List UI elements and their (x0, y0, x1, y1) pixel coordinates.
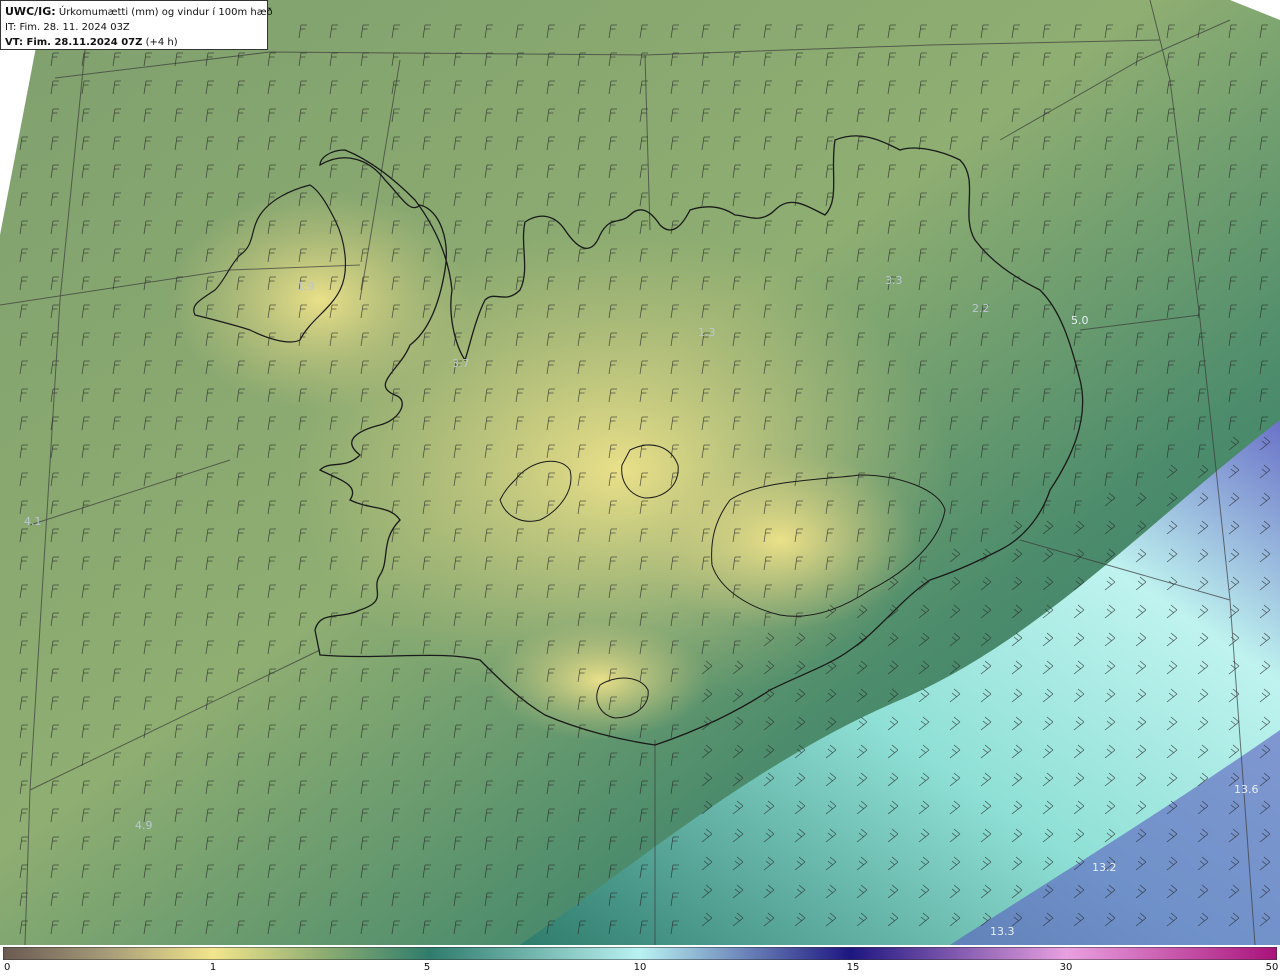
map-canvas[interactable]: 1.9 3.7 1.3 3.3 2.2 5.0 4.1 4.9 13.6 13.… (0, 0, 1280, 945)
value-label-east: 2.2 (972, 302, 990, 315)
colorbar-tick-50: 50 (1265, 962, 1279, 973)
value-label-southeast-sea-1: 13.6 (1234, 783, 1259, 796)
value-label-northeast: 3.3 (885, 274, 903, 287)
value-label-southeast-sea-2: 13.2 (1092, 861, 1117, 874)
colorbar-tick-1: 1 (209, 962, 217, 973)
lead-time: (+4 h) (145, 37, 178, 48)
valid-time: VT: Fim. 28.11.2024 07Z (5, 37, 143, 48)
value-label-northwest: 3.7 (452, 357, 470, 370)
value-label-southwest-sea: 4.9 (135, 819, 153, 832)
value-label-westfjords: 1.9 (297, 280, 315, 293)
value-label-south-sea: 13.3 (990, 925, 1015, 938)
colorbar-tick-0: 0 (4, 962, 11, 973)
value-label-west-sea: 4.1 (24, 515, 42, 528)
yellow-glow-east (640, 450, 920, 630)
map-title-box: UWC/IG: Úrkomumætti (mm) og vindur í 100… (0, 0, 273, 50)
colorbar-tick-15: 15 (846, 962, 860, 973)
value-label-north: 1.3 (698, 326, 716, 339)
init-time: IT: Fim. 28. 11. 2024 03Z (5, 22, 130, 33)
colorbar (3, 947, 1277, 960)
map-title: Úrkomumætti (mm) og vindur í 100m hæð (58, 7, 273, 18)
valid-time-line: VT: Fim. 28.11.2024 07Z (+4 h) (5, 35, 263, 50)
colorbar-tick-10: 10 (633, 962, 647, 973)
colorbar-tick-30: 30 (1059, 962, 1073, 973)
model-code: UWC/IG: (5, 5, 56, 18)
value-label-east-coast: 5.0 (1071, 314, 1089, 327)
yellow-glow-south (490, 620, 710, 740)
colorbar-tick-5: 5 (423, 962, 431, 973)
map-area[interactable]: 1.9 3.7 1.3 3.3 2.2 5.0 4.1 4.9 13.6 13.… (0, 0, 1280, 945)
colorbar-ticks: 0 1 5 10 15 30 50 (0, 960, 1280, 978)
map-title-line: UWC/IG: Úrkomumætti (mm) og vindur í 100… (5, 4, 273, 20)
